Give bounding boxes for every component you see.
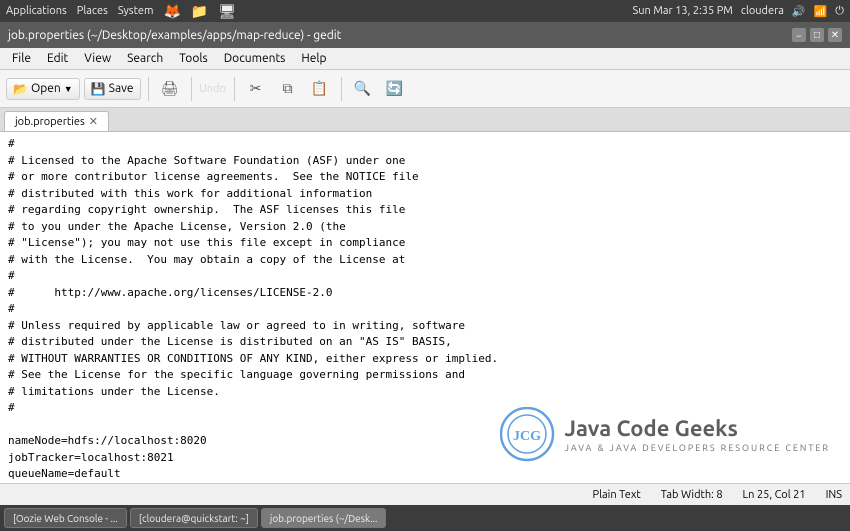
title-bar: job.properties (~/Desktop/examples/apps/… [0, 22, 850, 48]
taskbar-terminal-label: [cloudera@quickstart: ~] [139, 513, 249, 524]
tab-bar: job.properties ✕ [0, 108, 850, 132]
format-label[interactable]: Plain Text [593, 489, 641, 501]
menu-search[interactable]: Search [119, 50, 171, 67]
tab-job-properties[interactable]: job.properties ✕ [4, 111, 109, 131]
network-icon[interactable]: 📶 [814, 5, 828, 18]
status-bar: Plain Text Tab Width: 8 Ln 25, Col 21 IN… [0, 483, 850, 505]
taskbar-oozie-label: [Oozie Web Console - ... [13, 513, 118, 524]
menu-documents[interactable]: Documents [216, 50, 294, 67]
volume-icon[interactable]: 🔊 [792, 5, 806, 18]
open-label: Open [31, 82, 61, 95]
username: cloudera [741, 5, 784, 17]
taskbar-gedit[interactable]: job.properties (~/Desk... [261, 508, 387, 528]
toolbar-separator-4 [341, 77, 342, 101]
watermark-logo: JCG [500, 407, 555, 462]
tab-label: job.properties [15, 116, 85, 128]
copy-button[interactable]: ⧉ [274, 75, 302, 103]
toolbar: 📂 Open ▼ 💾 Save 🖨 Undo ✂ ⧉ 📋 🔍 🔄 [0, 70, 850, 108]
print-button[interactable]: 🖨 [156, 75, 184, 103]
insert-mode: INS [826, 489, 842, 501]
terminal-icon[interactable]: 🖥 [218, 3, 236, 20]
print-icon: 🖨 [161, 80, 179, 97]
firefox-icon[interactable]: 🦊 [163, 3, 180, 20]
svg-text:JCG: JCG [513, 429, 541, 444]
window-title: job.properties (~/Desktop/examples/apps/… [8, 29, 341, 42]
open-button[interactable]: 📂 Open ▼ [6, 78, 80, 100]
main-content: # # Licensed to the Apache Software Foun… [0, 132, 850, 507]
menu-tools[interactable]: Tools [171, 50, 216, 67]
watermark: JCG Java Code Geeks Java & Java Develope… [500, 407, 830, 462]
watermark-subtitle: Java & Java Developers Resource Center [565, 443, 830, 453]
watermark-text-block: Java Code Geeks Java & Java Developers R… [565, 416, 830, 452]
places-menu[interactable]: Places [77, 5, 108, 17]
tab-close-button[interactable]: ✕ [89, 115, 98, 128]
taskbar-gedit-label: job.properties (~/Desk... [270, 513, 378, 524]
open-dropdown-icon[interactable]: ▼ [64, 84, 73, 94]
open-icon: 📂 [13, 82, 28, 96]
system-bar: Applications Places System 🦊 📁 🖥 Sun Mar… [0, 0, 850, 22]
save-button[interactable]: 💾 Save [84, 78, 141, 100]
applications-menu[interactable]: Applications [6, 5, 67, 17]
save-icon: 💾 [91, 82, 106, 96]
menu-edit[interactable]: Edit [39, 50, 76, 67]
cut-button[interactable]: ✂ [242, 75, 270, 103]
datetime: Sun Mar 13, 2:35 PM [632, 5, 732, 17]
close-button[interactable]: ✕ [828, 28, 842, 42]
taskbar-oozie[interactable]: [Oozie Web Console - ... [4, 508, 127, 528]
save-label: Save [109, 82, 134, 95]
watermark-title: Java Code Geeks [565, 416, 830, 442]
taskbar-terminal[interactable]: [cloudera@quickstart: ~] [130, 508, 258, 528]
toolbar-separator-1 [148, 77, 149, 101]
cursor-position: Ln 25, Col 21 [743, 489, 806, 501]
find-button[interactable]: 🔍 [349, 75, 377, 103]
menu-view[interactable]: View [76, 50, 119, 67]
system-menu[interactable]: System [118, 5, 154, 17]
undo-label: Undo [199, 83, 226, 95]
power-icon[interactable]: ⏻ [835, 5, 844, 18]
menu-bar: File Edit View Search Tools Documents He… [0, 48, 850, 70]
maximize-button[interactable]: □ [810, 28, 824, 42]
menu-help[interactable]: Help [293, 50, 334, 67]
system-bar-left: Applications Places System 🦊 📁 🖥 [6, 3, 236, 20]
tab-width-label[interactable]: Tab Width: 8 [661, 489, 723, 501]
toolbar-separator-2 [191, 77, 192, 101]
taskbar: [Oozie Web Console - ... [cloudera@quick… [0, 505, 850, 531]
title-bar-controls: − □ ✕ [792, 28, 842, 42]
replace-button[interactable]: 🔄 [381, 75, 409, 103]
files-icon[interactable]: 📁 [191, 3, 208, 20]
menu-file[interactable]: File [4, 50, 39, 67]
paste-button[interactable]: 📋 [306, 75, 334, 103]
undo-button[interactable]: Undo [199, 75, 227, 103]
toolbar-separator-3 [234, 77, 235, 101]
minimize-button[interactable]: − [792, 28, 806, 42]
system-bar-right: Sun Mar 13, 2:35 PM cloudera 🔊 📶 ⏻ [632, 5, 844, 18]
